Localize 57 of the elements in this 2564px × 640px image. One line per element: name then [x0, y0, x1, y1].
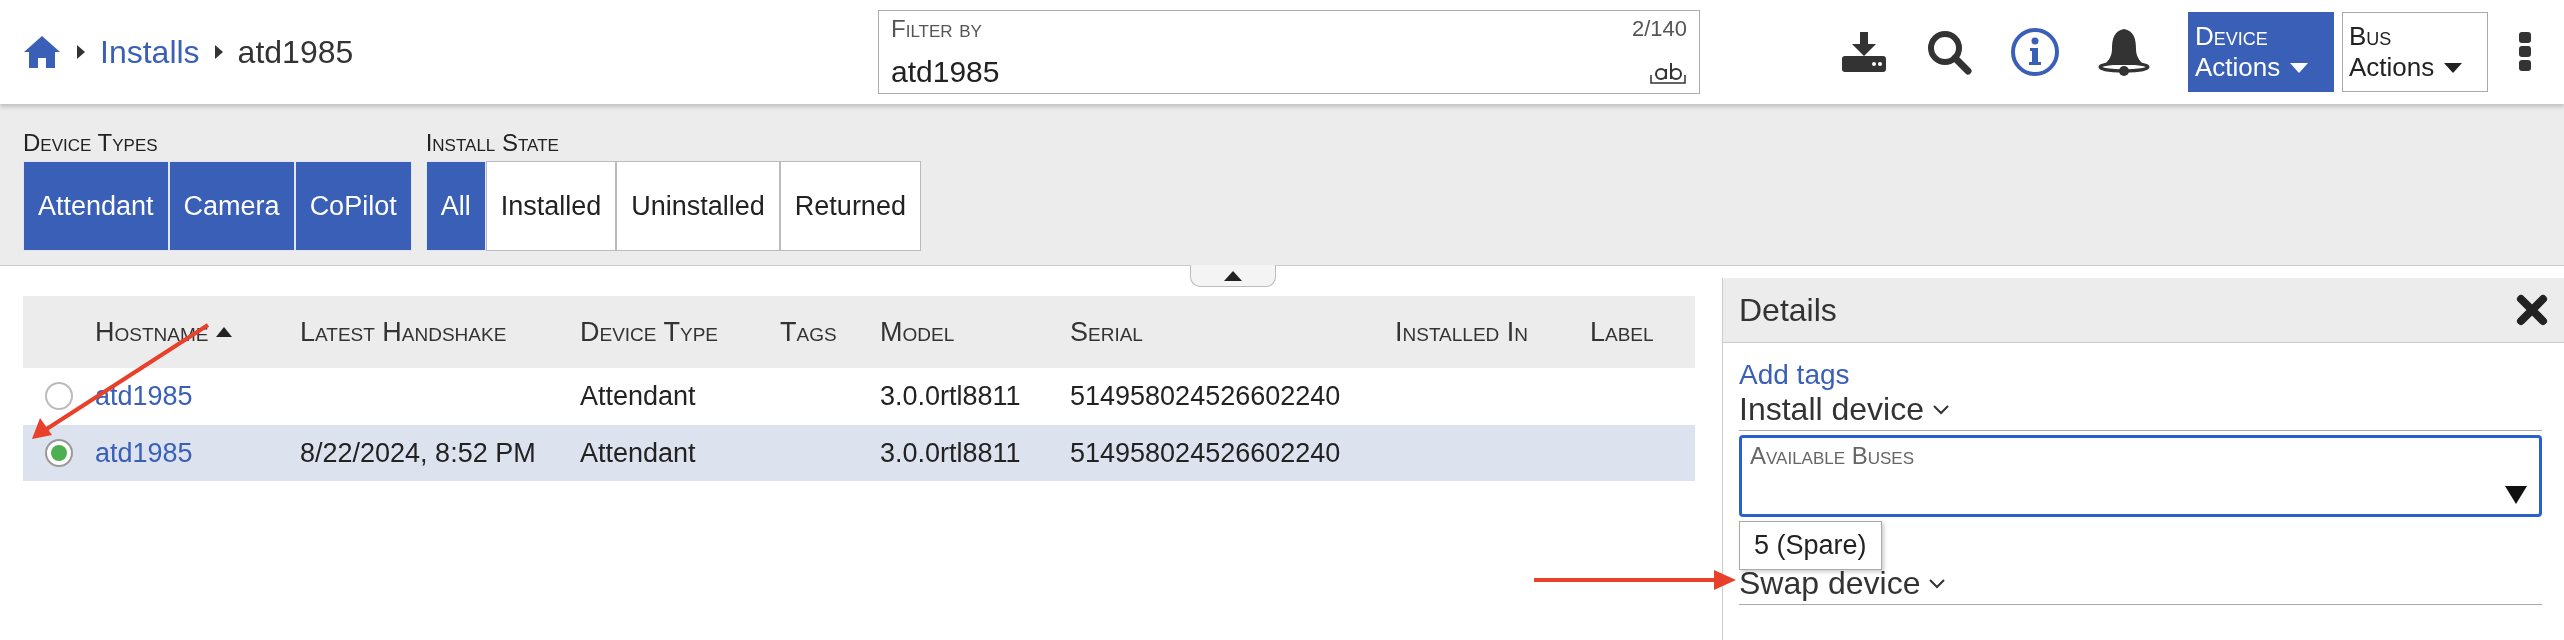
filter-value: atd1985	[891, 55, 1000, 89]
column-header[interactable]: Device Type	[580, 316, 780, 348]
table-cell-text: Attendant	[580, 380, 697, 412]
table-cell-text: 514958024526602240	[1070, 437, 1342, 469]
chevron-right-icon	[76, 44, 86, 60]
column-header[interactable]: Serial	[1070, 316, 1395, 348]
section-heading[interactable]: Install device	[1739, 391, 2542, 431]
filter-group-label: Install State	[425, 129, 560, 157]
result-count: 2/140	[1631, 16, 1687, 42]
filter-toggle-button[interactable]: CoPilot	[294, 161, 412, 251]
actions-dropdown-button[interactable]: Bus Actions	[2342, 12, 2488, 92]
caret-up-icon	[1224, 270, 1242, 281]
chevron-right-icon	[213, 44, 224, 60]
breadcrumb-current: atd1985	[237, 33, 354, 71]
table-row[interactable]: atd1985 8/22/2024, 8:52 PM Attendant 3.0.0rtl8811 514958024526602240	[23, 425, 1695, 482]
filter-toggle-button[interactable]: Camera	[168, 161, 295, 251]
caret-down-icon	[2505, 486, 2527, 504]
add-tags-link[interactable]: Add tags	[1739, 359, 2542, 391]
row-radio-button[interactable]	[45, 439, 73, 467]
caret-down-icon	[2290, 62, 2309, 73]
chevron-down-icon	[1928, 577, 1947, 590]
column-header[interactable]: Label	[1590, 316, 1695, 348]
table-cell-text: 3.0.0rtl8811	[880, 437, 1022, 469]
chevron-down-icon	[1932, 403, 1950, 416]
home-icon[interactable]	[22, 34, 62, 70]
column-header[interactable]: Tags	[780, 316, 880, 348]
table-cell-text: 514958024526602240	[1070, 380, 1342, 412]
dropdown-option[interactable]: 5 (Spare)	[1754, 530, 1867, 560]
sort-ascending-icon	[216, 327, 233, 337]
breadcrumb-link[interactable]: Installs	[100, 33, 200, 71]
filter-toggle-button[interactable]: Attendant	[23, 161, 169, 251]
filter-group-label: Device Types	[23, 129, 159, 157]
table-cell-text: 3.0.0rtl8811	[880, 380, 1022, 412]
download-icon[interactable]	[1840, 30, 1888, 74]
bell-icon[interactable]	[2098, 27, 2150, 77]
column-header[interactable]: Installed In	[1395, 316, 1590, 348]
table-cell-text: 8/22/2024, 8:52 PM	[300, 437, 537, 469]
actions-dropdown-button[interactable]: Device Actions	[2188, 12, 2334, 92]
filter-toggle-button[interactable]: Returned	[779, 161, 921, 251]
hostname-link[interactable]: atd1985	[95, 437, 300, 469]
search-icon[interactable]	[1926, 29, 1972, 75]
hostname-link[interactable]: atd1985	[95, 380, 300, 412]
row-radio-button[interactable]	[45, 382, 73, 410]
close-icon[interactable]	[2516, 294, 2548, 326]
table-cell-text: Attendant	[580, 437, 697, 469]
bus-select-field[interactable]: Available Buses	[1739, 435, 2542, 517]
panel-title: Details	[1739, 291, 1837, 329]
column-header[interactable]: Latest Handshake	[300, 316, 580, 348]
info-icon[interactable]	[2010, 27, 2060, 77]
collapse-tab[interactable]	[1190, 265, 1276, 287]
column-header[interactable]: Model	[880, 316, 1070, 348]
filter-toggle-button[interactable]: All	[425, 161, 486, 251]
filter-field[interactable]: Filter by 2/140 atd1985	[878, 10, 1700, 94]
filter-toggle-button[interactable]: Installed	[485, 161, 617, 251]
filter-label: Filter by	[891, 15, 982, 43]
caret-down-icon	[2444, 62, 2463, 73]
filter-toggle-button[interactable]: Uninstalled	[616, 161, 780, 251]
